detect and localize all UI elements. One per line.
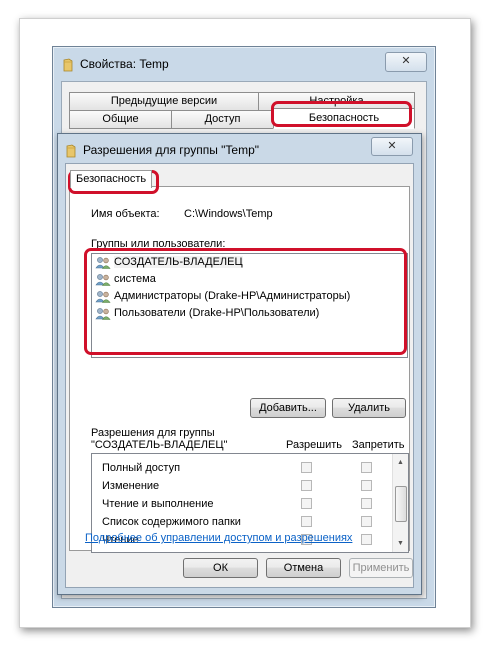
list-item[interactable]: Администраторы (Drake-HP\Администраторы) <box>92 288 407 305</box>
remove-button[interactable]: Удалить <box>332 398 406 418</box>
permission-name: Изменение <box>102 480 160 492</box>
tab-sharing[interactable]: Доступ <box>171 110 274 129</box>
table-row: Полный доступ <box>92 459 392 477</box>
list-item-label: СОЗДАТЕЛЬ-ВЛАДЕЛЕЦ <box>114 256 243 268</box>
deny-checkbox[interactable] <box>361 516 372 527</box>
scroll-down-icon[interactable]: ▼ <box>396 539 405 548</box>
object-name-label: Имя объекта: <box>91 208 160 220</box>
users-group-icon <box>95 307 111 320</box>
table-row: Чтение и выполнение <box>92 495 392 513</box>
permissions-for-label-line2: "СОЗДАТЕЛЬ-ВЛАДЕЛЕЦ" <box>91 439 228 451</box>
users-group-icon <box>95 273 111 286</box>
permissions-body: Безопасность Имя объекта: C:\Windows\Tem… <box>65 163 414 588</box>
cancel-button[interactable]: Отмена <box>266 558 341 578</box>
list-item-label: Администраторы (Drake-HP\Администраторы) <box>114 290 351 302</box>
object-name-value: C:\Windows\Temp <box>184 208 273 220</box>
tab-general[interactable]: Общие <box>69 110 172 129</box>
table-row: Изменение <box>92 477 392 495</box>
deny-column-header: Запретить <box>352 439 405 451</box>
properties-title: Свойства: Temp <box>63 55 169 73</box>
deny-checkbox[interactable] <box>361 462 372 473</box>
allow-checkbox[interactable] <box>301 480 312 491</box>
allow-checkbox[interactable] <box>301 516 312 527</box>
add-button[interactable]: Добавить... <box>250 398 326 418</box>
properties-title-text: Свойства: Temp <box>80 57 169 71</box>
security-panel: Имя объекта: C:\Windows\Temp Группы или … <box>69 186 410 553</box>
tab-label: Доступ <box>204 113 241 125</box>
permission-name: Полный доступ <box>102 462 181 474</box>
folder-icon <box>63 58 73 72</box>
tab-label: Безопасность <box>308 112 380 124</box>
permissions-for-label-line1: Разрешения для группы <box>91 427 215 439</box>
folder-icon <box>66 144 76 158</box>
tab-label: Предыдущие версии <box>110 95 218 107</box>
permissions-close-button[interactable]: ✕ <box>371 137 413 156</box>
table-row: Список содержимого папки <box>92 513 392 531</box>
tab-label: Настройка <box>309 95 364 107</box>
groups-label: Группы или пользователи: <box>91 238 226 250</box>
permission-name: Список содержимого папки <box>102 516 241 528</box>
scroll-thumb[interactable] <box>395 486 407 522</box>
list-item[interactable]: система <box>92 271 407 288</box>
list-item[interactable]: СОЗДАТЕЛЬ-ВЛАДЕЛЕЦ <box>92 254 407 271</box>
permissions-title-text: Разрешения для группы "Temp" <box>83 143 260 157</box>
tab-security[interactable]: Безопасность <box>273 108 415 129</box>
tab-previous-versions[interactable]: Предыдущие версии <box>69 92 259 111</box>
list-item-label: система <box>114 273 156 285</box>
allow-checkbox[interactable] <box>301 498 312 509</box>
close-icon: ✕ <box>387 140 397 152</box>
allow-checkbox[interactable] <box>301 462 312 473</box>
help-link[interactable]: Подробнее об управлении доступом и разре… <box>85 532 352 544</box>
users-group-icon <box>95 256 111 269</box>
permission-name: Чтение и выполнение <box>102 498 214 510</box>
list-item[interactable]: Пользователи (Drake-HP\Пользователи) <box>92 305 407 322</box>
ok-button[interactable]: ОК <box>183 558 258 578</box>
permissions-scrollbar[interactable]: ▲ ▼ <box>392 454 408 552</box>
tab-security-label: Безопасность <box>70 170 153 188</box>
tab-label: Безопасность <box>76 173 147 185</box>
properties-close-button[interactable]: ✕ <box>385 52 427 72</box>
list-item-label: Пользователи (Drake-HP\Пользователи) <box>114 307 320 319</box>
scroll-up-icon[interactable]: ▲ <box>396 458 405 467</box>
users-group-icon <box>95 290 111 303</box>
deny-checkbox[interactable] <box>361 480 372 491</box>
permissions-title: Разрешения для группы "Temp" <box>66 141 259 159</box>
deny-checkbox[interactable] <box>361 498 372 509</box>
close-icon: ✕ <box>401 55 411 67</box>
permissions-dialog: Разрешения для группы "Temp" ✕ Безопасно… <box>57 133 422 595</box>
apply-button[interactable]: Применить <box>349 558 413 578</box>
allow-column-header: Разрешить <box>286 439 342 451</box>
deny-checkbox[interactable] <box>361 534 372 545</box>
groups-listbox[interactable]: СОЗДАТЕЛЬ-ВЛАДЕЛЕЦ система Администратор… <box>91 253 408 358</box>
tab-label: Общие <box>102 113 139 125</box>
